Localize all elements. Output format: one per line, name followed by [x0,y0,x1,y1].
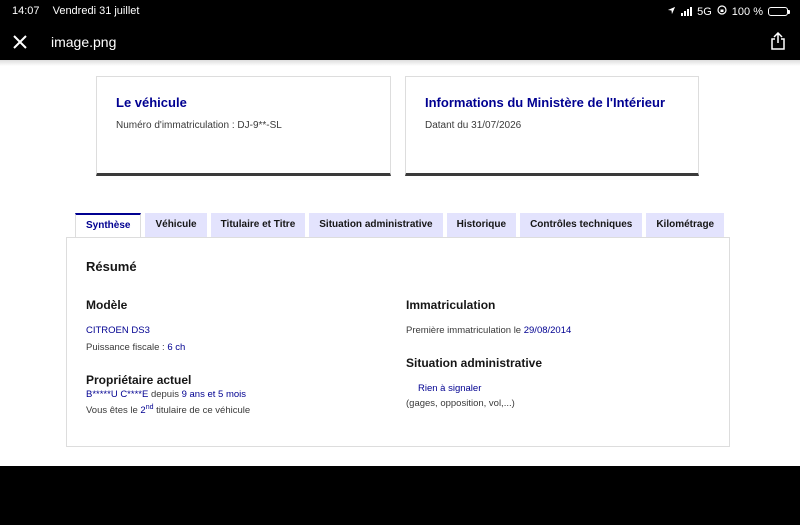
status-bar: 14:07 Vendredi 31 juillet 5G 100 % [0,0,800,24]
tab-controles-techniques[interactable]: Contrôles techniques [520,213,643,237]
model-heading: Modèle [86,298,128,312]
admin-status: Rien à signaler [418,383,482,394]
signal-icon [681,7,693,16]
vehicle-card-title: Le véhicule [116,95,187,110]
summary-title: Résumé [86,259,137,274]
close-button[interactable] [10,32,30,52]
owner-rank-prefix: Vous êtes le [86,405,141,417]
vehicle-card: Le véhicule Numéro d'immatriculation : D… [96,76,391,176]
status-date: Vendredi 31 juillet [52,5,140,17]
owner-name: B*****U C****E [86,389,149,400]
rotation-lock-icon [717,5,727,18]
document-page: Le véhicule Numéro d'immatriculation : D… [0,60,800,466]
file-name: image.png [51,34,117,50]
close-icon [13,35,27,49]
model-name: CITROEN DS3 [86,325,150,336]
battery-icon [768,7,790,16]
tab-bar: Synthèse Véhicule Titulaire et Titre Sit… [75,213,725,238]
viewer-toolbar: image.png [0,24,800,60]
registration-line: Première immatriculation le 29/08/2014 [406,325,571,336]
registration-date: 29/08/2014 [523,325,572,336]
fiscal-power: Puissance fiscale : 6 ch [86,342,185,353]
tab-titulaire-et-titre[interactable]: Titulaire et Titre [210,213,306,237]
owner-line: B*****U C****E depuis 9 ans et 5 mois [86,389,246,400]
tab-synthese[interactable]: Synthèse [75,213,142,238]
tab-kilometrage[interactable]: Kilométrage [646,213,725,237]
fiscal-power-value: 6 ch [167,342,186,353]
status-time: 14:07 [12,5,40,17]
location-icon [667,6,676,18]
network-label: 5G [697,5,712,18]
owner-heading: Propriétaire actuel [86,373,192,387]
admin-heading: Situation administrative [406,356,543,370]
ministry-card: Informations du Ministère de l'Intérieur… [405,76,699,176]
admin-detail: (gages, opposition, vol,...) [406,398,515,409]
ministry-card-date: Datant du 31/07/2026 [425,120,522,131]
ministry-card-title: Informations du Ministère de l'Intérieur [425,95,666,110]
vehicle-card-plate: Numéro d'immatriculation : DJ-9**-SL [116,120,282,131]
share-button[interactable] [770,31,790,52]
tab-situation-administrative[interactable]: Situation administrative [309,213,443,237]
share-icon [771,31,785,50]
summary-panel: Résumé Modèle CITROEN DS3 Puissance fisc… [66,237,730,447]
owner-rank: Vous êtes le 2nd titulaire de ce véhicul… [86,404,250,416]
tab-historique[interactable]: Historique [446,213,517,237]
owner-since-label: depuis [148,389,182,400]
owner-rank-suffix: titulaire de ce véhicule [153,405,251,417]
registration-label: Première immatriculation le [406,325,524,336]
owner-rank-suffix-sup: nd [145,404,154,411]
registration-heading: Immatriculation [406,298,496,312]
tab-vehicule[interactable]: Véhicule [145,213,207,237]
battery-percent: 100 % [731,5,763,18]
fiscal-power-label: Puissance fiscale : [86,342,168,353]
owner-since-value: 9 ans et 5 mois [181,389,247,400]
